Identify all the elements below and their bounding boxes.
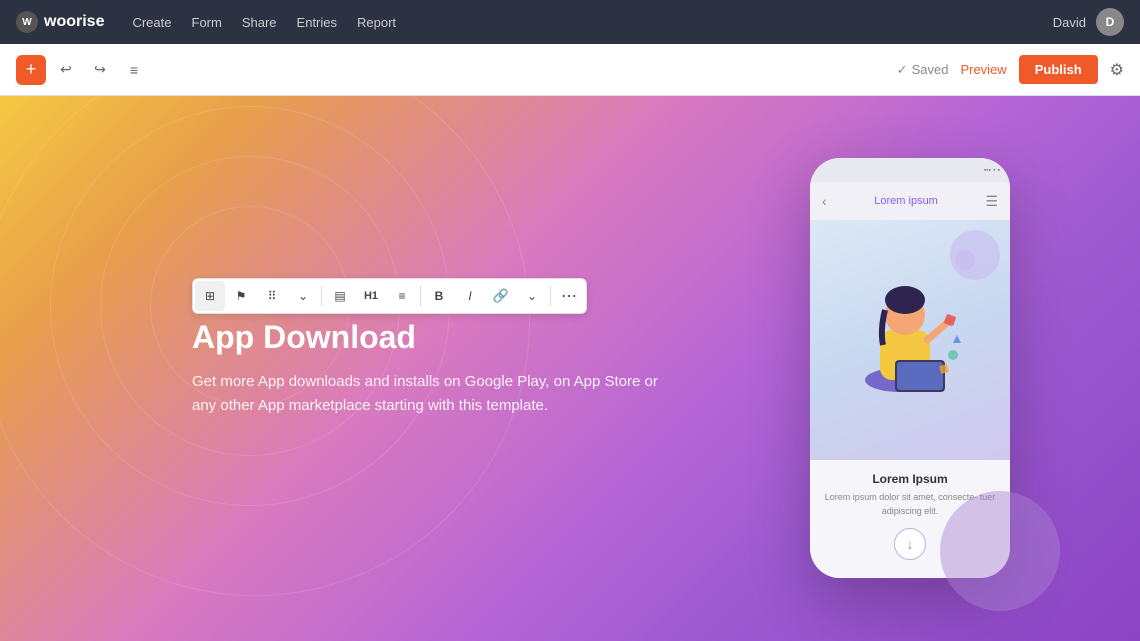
purple-blob (940, 491, 1060, 611)
nav-create[interactable]: Create (132, 15, 171, 30)
phone-back-icon: ‹ (822, 193, 827, 209)
main-toolbar: + ↩ ↪ ≡ ✓ Saved Preview Publish ⚙ (0, 44, 1140, 96)
block-tool-heading[interactable]: H1 (356, 281, 386, 311)
top-nav: W woorise Create Form Share Entries Repo… (0, 0, 1140, 44)
block-tool-more[interactable]: ⋯ (554, 281, 584, 311)
toolbar-left: + ↩ ↪ ≡ (16, 55, 148, 85)
canvas: ⊞ ⚑ ⠿ ⌄ ▤ H1 ≡ B I 🔗 ⌄ ⋯ App Download Ge… (0, 96, 1140, 641)
phone-down-button[interactable]: ↓ (894, 528, 926, 560)
block-tool-bold[interactable]: B (424, 281, 454, 311)
saved-status: ✓ Saved (897, 62, 949, 78)
block-tool-align[interactable]: ≡ (387, 281, 417, 311)
illustration-svg (845, 275, 975, 405)
phone-nav: ‹ Lorem ipsum ☰ (810, 182, 1010, 220)
block-tool-flag[interactable]: ⚑ (226, 281, 256, 311)
block-tool-chevron-down[interactable]: ⌄ (288, 281, 318, 311)
phone-status-icons: ▪▪▪ ▪ ▪ (984, 167, 1000, 174)
block-toolbar: ⊞ ⚑ ⠿ ⌄ ▤ H1 ≡ B I 🔗 ⌄ ⋯ (192, 278, 587, 314)
logo-text: woorise (44, 13, 104, 31)
content-block: App Download Get more App downloads and … (192, 318, 682, 418)
nav-report[interactable]: Report (357, 15, 396, 30)
phone-nav-title: Lorem ipsum (874, 195, 938, 207)
nav-items: Create Form Share Entries Report (132, 15, 396, 30)
block-tool-grid[interactable]: ⊞ (195, 281, 225, 311)
list-button[interactable]: ≡ (120, 56, 148, 84)
separator-3 (550, 286, 551, 306)
phone-illustration (810, 220, 1010, 460)
separator-1 (321, 286, 322, 306)
phone-menu-icon: ☰ (985, 193, 998, 210)
separator-2 (420, 286, 421, 306)
logo-icon: W (16, 11, 38, 33)
saved-label: Saved (912, 62, 949, 77)
phone-content-title: Lorem Ipsum (824, 472, 996, 486)
nav-entries[interactable]: Entries (297, 15, 337, 30)
nav-right: David D (1053, 8, 1124, 36)
add-button[interactable]: + (16, 55, 46, 85)
block-tool-link[interactable]: 🔗 (486, 281, 516, 311)
phone-status-bar: ▪▪▪ ▪ ▪ (810, 158, 1010, 182)
preview-button[interactable]: Preview (960, 62, 1006, 77)
user-name: David (1053, 15, 1086, 30)
content-description: Get more App downloads and installs on G… (192, 370, 682, 418)
content-title: App Download (192, 318, 682, 356)
logo: W woorise (16, 11, 104, 33)
toolbar-right: ✓ Saved Preview Publish ⚙ (897, 55, 1124, 84)
settings-button[interactable]: ⚙ (1110, 60, 1124, 80)
avatar[interactable]: D (1096, 8, 1124, 36)
block-tool-move[interactable]: ⠿ (257, 281, 287, 311)
block-tool-layout[interactable]: ▤ (325, 281, 355, 311)
redo-button[interactable]: ↪ (86, 56, 114, 84)
publish-button[interactable]: Publish (1019, 55, 1098, 84)
checkmark-icon: ✓ (897, 62, 908, 78)
block-tool-italic[interactable]: I (455, 281, 485, 311)
nav-form[interactable]: Form (192, 15, 222, 30)
nav-share[interactable]: Share (242, 15, 277, 30)
block-tool-more-chevron[interactable]: ⌄ (517, 281, 547, 311)
undo-button[interactable]: ↩ (52, 56, 80, 84)
